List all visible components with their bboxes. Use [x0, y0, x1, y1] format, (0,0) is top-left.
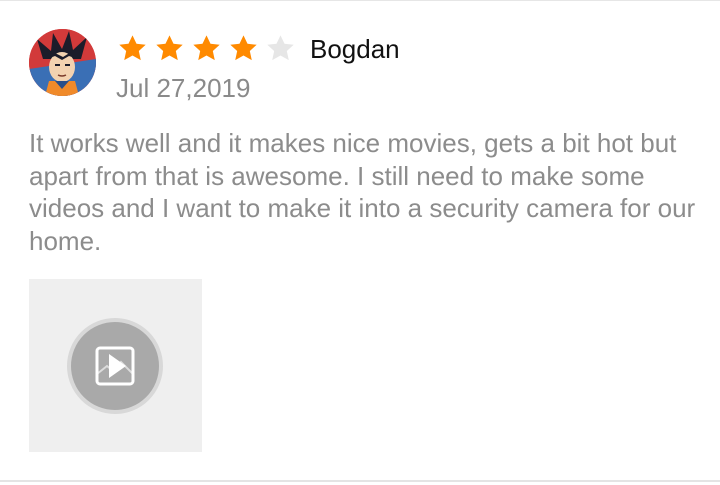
star-filled-icon — [230, 35, 257, 61]
star-empty-icon — [267, 35, 294, 61]
play-button[interactable] — [67, 318, 163, 414]
star-filled-icon — [119, 35, 146, 61]
video-attachment[interactable] — [29, 279, 202, 452]
review-date: Jul 27,2019 — [116, 73, 251, 103]
review-card: Bogdan Jul 27,2019 It works well and it … — [0, 0, 720, 485]
avatar[interactable] — [29, 29, 96, 96]
video-play-icon — [95, 346, 135, 386]
avatar-image — [29, 29, 96, 96]
star-rating — [116, 33, 297, 64]
star-filled-icon — [156, 35, 183, 61]
review-text: It works well and it makes nice movies, … — [29, 128, 696, 256]
star-filled-icon — [193, 35, 220, 61]
divider — [0, 480, 720, 482]
reviewer-name[interactable]: Bogdan — [310, 33, 400, 65]
